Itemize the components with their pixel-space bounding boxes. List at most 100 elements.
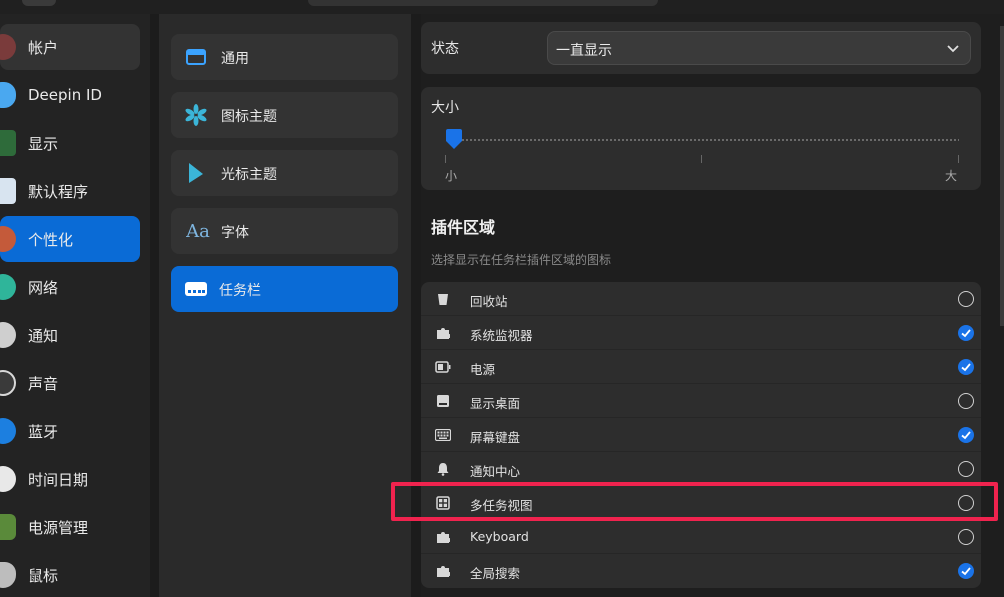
size-card: 大小 小 大 bbox=[421, 87, 981, 190]
battery-icon bbox=[0, 514, 16, 540]
nav-item-network[interactable]: 网络 bbox=[0, 264, 140, 310]
status-select[interactable]: 一直显示 bbox=[547, 31, 971, 65]
nav-item-display[interactable]: 显示 bbox=[0, 120, 140, 166]
subnav-item-taskbar[interactable]: 任务栏 bbox=[171, 266, 398, 312]
puzzle-icon bbox=[435, 529, 451, 545]
subnav-item-label: 图标主题 bbox=[221, 109, 277, 125]
plugin-label: Keyboard bbox=[470, 529, 529, 544]
icon-theme-icon bbox=[185, 104, 207, 126]
plugin-checkbox[interactable] bbox=[958, 529, 974, 545]
plugin-checkbox[interactable] bbox=[958, 393, 974, 409]
search-input[interactable] bbox=[308, 0, 658, 6]
nav-item-label: 默认程序 bbox=[28, 182, 89, 201]
nav-item-bluetooth[interactable]: 蓝牙 bbox=[0, 408, 140, 454]
slider-tick bbox=[701, 155, 702, 163]
plugin-row-onscreen-keyboard[interactable]: 屏幕键盘 bbox=[421, 418, 981, 452]
plugin-label: 全局搜索 bbox=[470, 566, 521, 581]
highlight-annotation bbox=[391, 482, 998, 521]
subnav-item-label: 通用 bbox=[221, 51, 249, 67]
nav-item-label: 蓝牙 bbox=[28, 422, 59, 441]
plugin-row-keyboard[interactable]: Keyboard bbox=[421, 520, 981, 554]
nav-item-label: 显示 bbox=[28, 134, 59, 153]
plugin-label: 回收站 bbox=[470, 294, 508, 309]
subnav-item-label: 任务栏 bbox=[219, 283, 261, 299]
nav-item-mouse[interactable]: 鼠标 bbox=[0, 552, 140, 597]
slider-tick bbox=[958, 155, 959, 163]
nav-item-datetime[interactable]: 时间日期 bbox=[0, 456, 140, 502]
chevron-down-icon bbox=[946, 41, 960, 55]
scrollbar[interactable] bbox=[1000, 26, 1004, 326]
subnav-item-cursor-theme[interactable]: 光标主题 bbox=[171, 150, 398, 196]
puzzle-icon bbox=[435, 325, 451, 341]
battery-icon bbox=[435, 359, 451, 375]
plugin-label: 屏幕键盘 bbox=[470, 430, 521, 445]
nav-item-label: Deepin ID bbox=[28, 86, 102, 104]
personalization-icon bbox=[0, 226, 16, 252]
puzzle-icon bbox=[435, 563, 451, 579]
plugin-checkbox[interactable] bbox=[958, 359, 974, 375]
keyboard-icon bbox=[435, 427, 451, 443]
bell-icon bbox=[435, 461, 451, 477]
nav-item-label: 电源管理 bbox=[28, 518, 89, 537]
plugin-checkbox[interactable] bbox=[958, 563, 974, 579]
left-navigation: 帐户 Deepin ID 显示 默认程序 个性化 网络 通知 声音 蓝牙 时间日… bbox=[0, 14, 150, 597]
plugin-row-notification-center[interactable]: 通知中心 bbox=[421, 452, 981, 486]
nav-item-personalization[interactable]: 个性化 bbox=[0, 216, 140, 262]
plugin-label: 电源 bbox=[470, 362, 496, 377]
subnav-item-label: 光标主题 bbox=[221, 167, 277, 183]
nav-item-label: 网络 bbox=[28, 278, 59, 297]
nav-item-default-apps[interactable]: 默认程序 bbox=[0, 168, 140, 214]
nav-item-sound[interactable]: 声音 bbox=[0, 360, 140, 406]
account-avatar-icon bbox=[0, 34, 16, 60]
nav-item-label: 鼠标 bbox=[28, 566, 59, 585]
subnav-item-font[interactable]: Aa 字体 bbox=[171, 208, 398, 254]
plugin-row-show-desktop[interactable]: 显示桌面 bbox=[421, 384, 981, 418]
plugin-label: 通知中心 bbox=[470, 464, 521, 479]
subnav-item-general[interactable]: 通用 bbox=[171, 34, 398, 80]
cloud-icon bbox=[0, 82, 16, 108]
font-icon: Aa bbox=[186, 220, 210, 242]
nav-item-account[interactable]: 帐户 bbox=[0, 24, 140, 70]
default-apps-icon bbox=[0, 178, 16, 204]
personalization-subnav: 通用 图标主题 光标主题 Aa 字体 任务栏 bbox=[159, 14, 411, 597]
speaker-icon bbox=[0, 370, 16, 396]
plugin-checkbox[interactable] bbox=[958, 461, 974, 477]
trash-icon bbox=[435, 291, 451, 307]
desktop-icon bbox=[435, 393, 451, 409]
slider-max-label: 大 bbox=[945, 169, 958, 183]
status-label: 状态 bbox=[431, 41, 459, 57]
bluetooth-icon bbox=[0, 418, 16, 444]
nav-item-label: 帐户 bbox=[28, 38, 59, 57]
network-globe-icon bbox=[0, 274, 16, 300]
nav-item-power[interactable]: 电源管理 bbox=[0, 504, 140, 550]
nav-item-deepin-id[interactable]: Deepin ID bbox=[0, 72, 140, 118]
title-bar bbox=[0, 0, 1004, 14]
nav-item-label: 声音 bbox=[28, 374, 59, 393]
plugin-row-global-search[interactable]: 全局搜索 bbox=[421, 554, 981, 588]
window-icon bbox=[185, 47, 207, 67]
plugin-checkbox[interactable] bbox=[958, 291, 974, 307]
display-icon bbox=[0, 130, 16, 156]
plugin-label: 系统监视器 bbox=[470, 328, 533, 343]
status-card: 状态 一直显示 bbox=[421, 22, 981, 74]
slider-min-label: 小 bbox=[445, 169, 458, 183]
plugin-row-system-monitor[interactable]: 系统监视器 bbox=[421, 316, 981, 350]
plugin-row-trash[interactable]: 回收站 bbox=[421, 282, 981, 316]
size-slider-handle[interactable] bbox=[445, 128, 463, 150]
size-label: 大小 bbox=[431, 100, 459, 116]
cursor-icon bbox=[185, 163, 207, 183]
plugin-label: 显示桌面 bbox=[470, 396, 521, 411]
size-slider-track[interactable] bbox=[454, 139, 959, 141]
plugin-checkbox[interactable] bbox=[958, 427, 974, 443]
status-select-value: 一直显示 bbox=[556, 43, 612, 59]
subnav-item-label: 字体 bbox=[221, 225, 249, 241]
plugin-section-title: 插件区域 bbox=[431, 218, 496, 237]
mouse-icon bbox=[0, 562, 16, 588]
back-button[interactable] bbox=[22, 0, 56, 6]
plugin-row-power[interactable]: 电源 bbox=[421, 350, 981, 384]
subnav-item-icon-theme[interactable]: 图标主题 bbox=[171, 92, 398, 138]
nav-item-label: 通知 bbox=[28, 326, 59, 345]
nav-item-notification[interactable]: 通知 bbox=[0, 312, 140, 358]
plugin-checkbox[interactable] bbox=[958, 325, 974, 341]
nav-item-label: 时间日期 bbox=[28, 470, 89, 489]
